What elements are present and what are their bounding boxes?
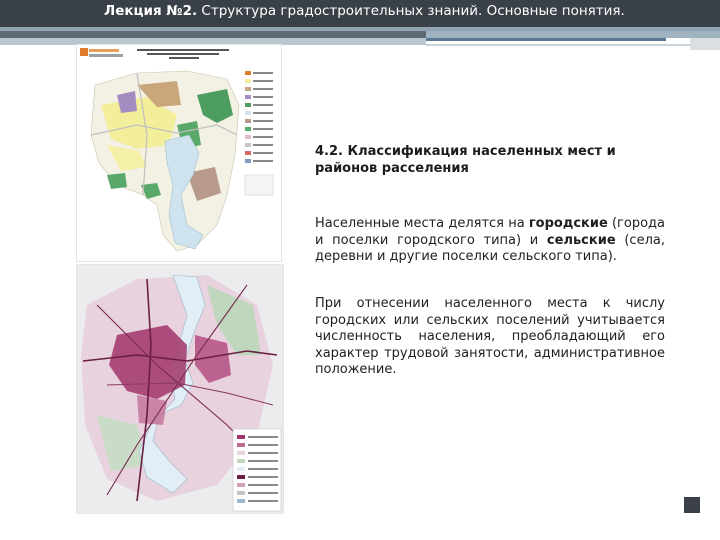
decor-stripe	[426, 44, 690, 46]
p1-text-a: Населенные места делятся на	[315, 216, 529, 231]
general-plan-map-image	[76, 44, 282, 262]
lecture-label: Лекция №2.	[104, 3, 198, 19]
slide-title: Лекция №2. Структура градостроительных з…	[104, 3, 625, 19]
decor-stripe	[426, 31, 720, 38]
decor-stripe	[426, 38, 666, 41]
zoning-map-image	[76, 264, 284, 514]
corner-square	[684, 497, 700, 513]
section-heading: 4.2. Классификация населенных мест и рай…	[315, 144, 616, 176]
decor-stripe	[0, 31, 426, 38]
p1-bold-urban: городские	[528, 216, 608, 231]
paragraph-classification-criteria: При отнесении населенного места к числу …	[315, 296, 665, 377]
lecture-title: Структура градостроительных знаний. Осно…	[197, 3, 625, 19]
paragraph-settlement-types: Населенные места делятся на городские (г…	[315, 216, 665, 266]
p1-bold-rural: сельские	[546, 232, 616, 248]
decor-stripe	[690, 38, 720, 50]
header-bar: Лекция №2. Структура градостроительных з…	[0, 0, 720, 27]
